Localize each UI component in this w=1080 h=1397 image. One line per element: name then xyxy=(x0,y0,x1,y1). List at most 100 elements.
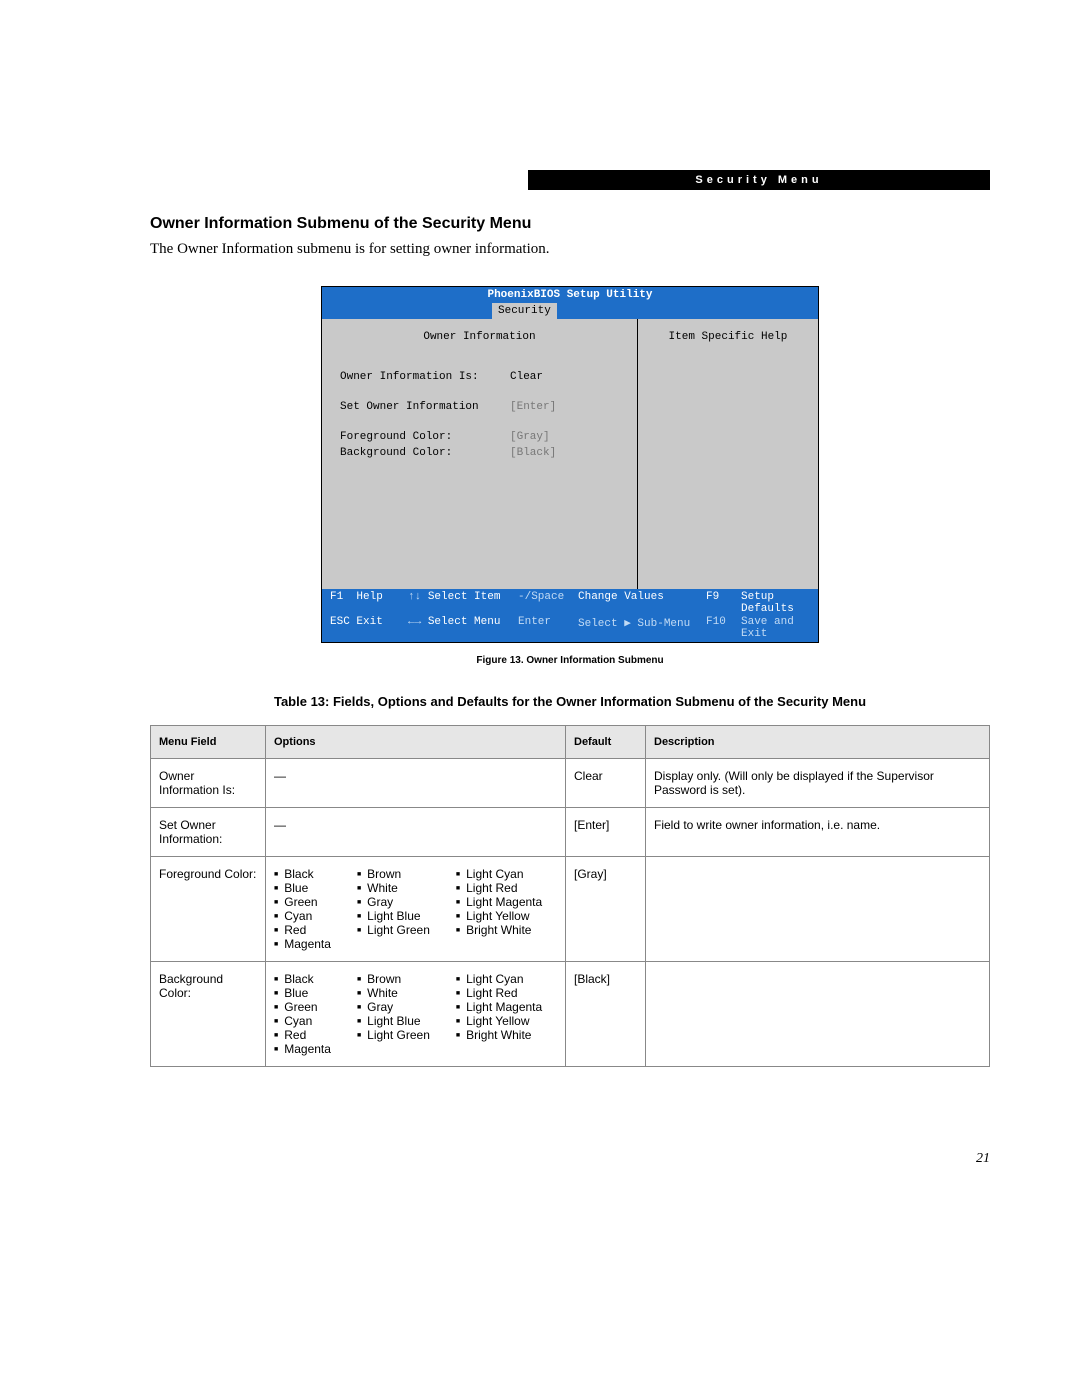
list-item: Black xyxy=(274,867,331,881)
bios-row-value: [Gray] xyxy=(510,431,550,443)
bios-title: PhoenixBIOS Setup Utility xyxy=(322,287,818,303)
list-item: Bright White xyxy=(456,1028,542,1042)
bios-left-panel: Owner Information Owner Information Is: … xyxy=(322,319,638,589)
list-item: Light Red xyxy=(456,986,542,1000)
list-item: Gray xyxy=(357,895,430,909)
cell-options: BlackBlueGreenCyanRedMagenta BrownWhiteG… xyxy=(266,857,566,962)
bios-row-label: Background Color: xyxy=(340,447,510,459)
list-item: White xyxy=(357,881,430,895)
table-row: Background Color: BlackBlueGreenCyanRedM… xyxy=(151,962,990,1067)
bios-row-value: [Black] xyxy=(510,447,556,459)
bios-help-panel: Item Specific Help xyxy=(638,319,818,589)
bios-help-title: Item Specific Help xyxy=(646,331,810,343)
footer-text: Setup Defaults xyxy=(741,591,810,615)
cell-default: Clear xyxy=(566,759,646,808)
cell-options: BlackBlueGreenCyanRedMagenta BrownWhiteG… xyxy=(266,962,566,1067)
bios-footer: F1 Help ↑↓ Select Item -/Space Change Va… xyxy=(322,589,818,642)
list-item: Red xyxy=(274,923,331,937)
list-item: Magenta xyxy=(274,1042,331,1056)
table-title: Table 13: Fields, Options and Defaults f… xyxy=(150,694,990,709)
fields-table: Menu Field Options Default Description O… xyxy=(150,725,990,1067)
footer-text: Help xyxy=(356,591,382,603)
cell-default: [Black] xyxy=(566,962,646,1067)
header-bar: Security Menu xyxy=(528,170,990,190)
bios-tab-bar: Security xyxy=(322,303,818,319)
cell-options: — xyxy=(266,759,566,808)
list-item: Magenta xyxy=(274,937,331,951)
bios-row-label: Set Owner Information xyxy=(340,401,510,413)
list-item: Cyan xyxy=(274,1014,331,1028)
list-item: Blue xyxy=(274,881,331,895)
footer-text: Select ▶ Sub-Menu xyxy=(578,616,706,640)
list-item: Green xyxy=(274,1000,331,1014)
page-content: Owner Information Submenu of the Securit… xyxy=(0,0,1080,1067)
footer-key: F10 xyxy=(706,616,741,640)
th-menu-field: Menu Field xyxy=(151,726,266,759)
list-item: Black xyxy=(274,972,331,986)
cell-menu-field: Foreground Color: xyxy=(151,857,266,962)
footer-text: Change Values xyxy=(578,591,706,615)
list-item: Light Green xyxy=(357,923,430,937)
cell-menu-field: Set Owner Information: xyxy=(151,808,266,857)
footer-key: F9 xyxy=(706,591,741,615)
list-item: Gray xyxy=(357,1000,430,1014)
footer-text: Save and Exit xyxy=(741,616,810,640)
table-row: Foreground Color: BlackBlueGreenCyanRedM… xyxy=(151,857,990,962)
list-item: Light Cyan xyxy=(456,867,542,881)
list-item: Green xyxy=(274,895,331,909)
th-default: Default xyxy=(566,726,646,759)
list-item: Light Magenta xyxy=(456,1000,542,1014)
cell-description xyxy=(646,857,990,962)
table-row: Set Owner Information: — [Enter] Field t… xyxy=(151,808,990,857)
cell-description xyxy=(646,962,990,1067)
list-item: Brown xyxy=(357,972,430,986)
list-item: Brown xyxy=(357,867,430,881)
th-description: Description xyxy=(646,726,990,759)
page-number: 21 xyxy=(976,1151,990,1167)
th-options: Options xyxy=(266,726,566,759)
list-item: Light Green xyxy=(357,1028,430,1042)
cell-menu-field: Owner Information Is: xyxy=(151,759,266,808)
list-item: Light Yellow xyxy=(456,909,542,923)
cell-default: [Gray] xyxy=(566,857,646,962)
cell-options: — xyxy=(266,808,566,857)
section-title: Owner Information Submenu of the Securit… xyxy=(150,215,990,233)
table-row: Owner Information Is: — Clear Display on… xyxy=(151,759,990,808)
bios-row-label: Owner Information Is: xyxy=(340,371,510,383)
footer-key: ←→ xyxy=(408,616,421,628)
cell-description: Field to write owner information, i.e. n… xyxy=(646,808,990,857)
footer-key: -/Space xyxy=(518,591,578,615)
list-item: Light Cyan xyxy=(456,972,542,986)
list-item: Light Blue xyxy=(357,909,430,923)
footer-text: Select Item xyxy=(428,591,501,603)
footer-key: F1 xyxy=(330,591,343,603)
footer-key: ↑↓ xyxy=(408,591,421,603)
bios-row-value: Clear xyxy=(510,371,543,383)
footer-key: ESC xyxy=(330,616,350,628)
list-item: White xyxy=(357,986,430,1000)
list-item: Light Magenta xyxy=(456,895,542,909)
section-intro: The Owner Information submenu is for set… xyxy=(150,241,990,258)
color-list: BlackBlueGreenCyanRedMagenta xyxy=(274,972,331,1056)
bios-row-label: Foreground Color: xyxy=(340,431,510,443)
color-list: BrownWhiteGrayLight BlueLight Green xyxy=(357,972,430,1042)
cell-menu-field: Background Color: xyxy=(151,962,266,1067)
color-list: BlackBlueGreenCyanRedMagenta xyxy=(274,867,331,951)
footer-text: Exit xyxy=(356,616,382,628)
bios-screenshot: PhoenixBIOS Setup Utility Security Owner… xyxy=(321,286,819,643)
bios-panel-title: Owner Information xyxy=(340,331,619,343)
list-item: Blue xyxy=(274,986,331,1000)
color-list: BrownWhiteGrayLight BlueLight Green xyxy=(357,867,430,937)
footer-key: Enter xyxy=(518,616,578,640)
bios-row-value: [Enter] xyxy=(510,401,556,413)
bios-tab-security: Security xyxy=(492,303,557,319)
figure-caption: Figure 13. Owner Information Submenu xyxy=(150,655,990,666)
list-item: Light Yellow xyxy=(456,1014,542,1028)
list-item: Light Red xyxy=(456,881,542,895)
footer-text: Select Menu xyxy=(428,616,501,628)
list-item: Bright White xyxy=(456,923,542,937)
list-item: Cyan xyxy=(274,909,331,923)
cell-description: Display only. (Will only be displayed if… xyxy=(646,759,990,808)
color-list: Light CyanLight RedLight MagentaLight Ye… xyxy=(456,972,542,1042)
color-list: Light CyanLight RedLight MagentaLight Ye… xyxy=(456,867,542,937)
